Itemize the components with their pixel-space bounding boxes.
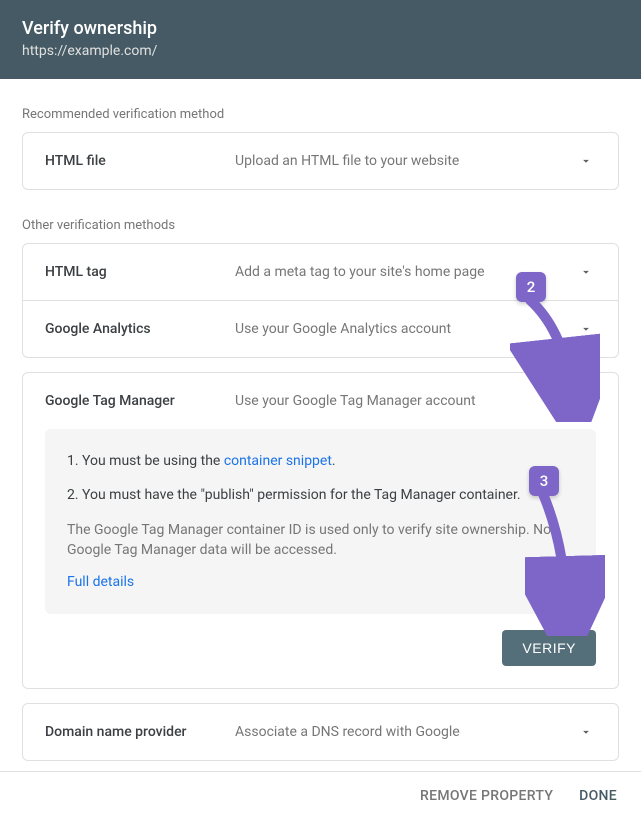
section-label-other: Other verification methods — [22, 218, 619, 233]
method-name: Google Tag Manager — [45, 393, 235, 409]
dialog-url: https://example.com/ — [22, 43, 619, 59]
method-row-dns[interactable]: Domain name provider Associate a DNS rec… — [23, 704, 618, 760]
method-row-html-file[interactable]: HTML file Upload an HTML file to your we… — [23, 133, 618, 189]
method-name: HTML file — [45, 153, 235, 169]
method-desc: Upload an HTML file to your website — [235, 153, 576, 169]
method-name: HTML tag — [45, 264, 235, 280]
container-snippet-link[interactable]: container snippet — [224, 453, 332, 469]
remove-property-button[interactable]: REMOVE PROPERTY — [420, 788, 553, 804]
method-name: Google Analytics — [45, 321, 235, 337]
gtm-requirement-1: 1. You must be using the container snipp… — [67, 451, 574, 471]
chevron-down-icon — [576, 265, 596, 279]
dialog-title: Verify ownership — [22, 18, 619, 39]
dialog-footer: REMOVE PROPERTY DONE — [0, 771, 641, 820]
section-label-recommended: Recommended verification method — [22, 107, 619, 122]
annotation-arrow-3 — [525, 486, 605, 636]
chevron-down-icon — [576, 725, 596, 739]
recommended-card: HTML file Upload an HTML file to your we… — [22, 132, 619, 190]
other-card-dns: Domain name provider Associate a DNS rec… — [22, 703, 619, 761]
gtm-requirement-2: 2. You must have the "publish" permissio… — [67, 485, 574, 505]
gtm-details-panel: 1. You must be using the container snipp… — [45, 429, 596, 614]
done-button[interactable]: DONE — [579, 788, 617, 804]
method-desc: Associate a DNS record with Google — [235, 724, 576, 740]
annotation-arrow-2 — [510, 292, 600, 422]
method-name: Domain name provider — [45, 724, 235, 740]
full-details-link[interactable]: Full details — [67, 574, 134, 590]
chevron-down-icon — [576, 154, 596, 168]
dialog-header: Verify ownership https://example.com/ — [0, 0, 641, 79]
gtm-note: The Google Tag Manager container ID is u… — [67, 520, 574, 561]
